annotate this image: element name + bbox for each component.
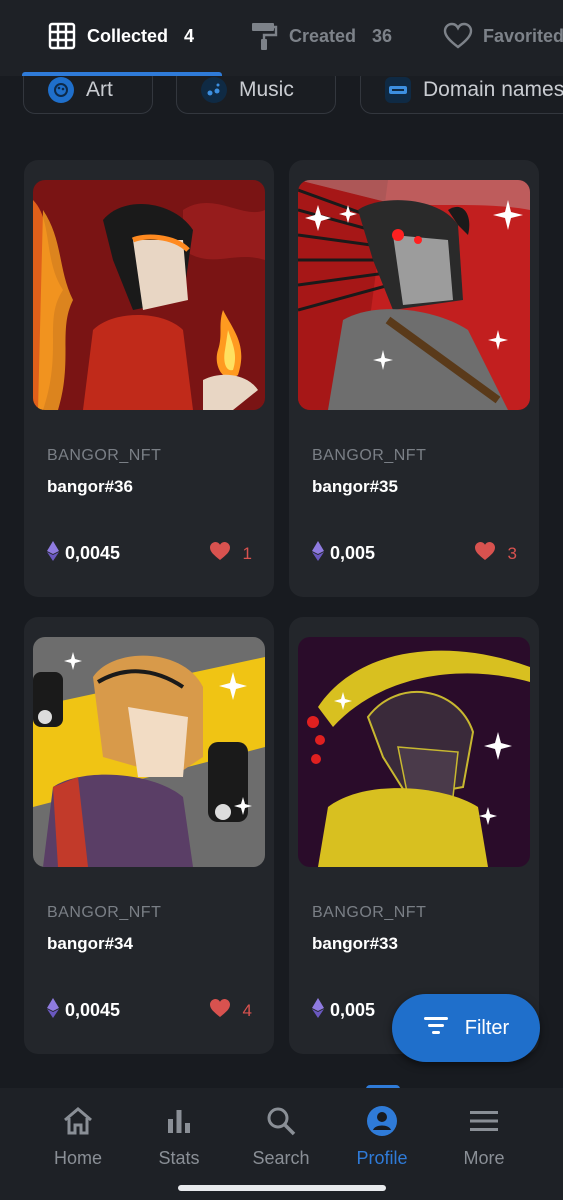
collection-name: BANGOR_NFT: [47, 904, 162, 921]
nav-stats[interactable]: Stats: [123, 1104, 235, 1169]
home-indicator: [178, 1185, 386, 1191]
chip-music[interactable]: Music: [176, 76, 336, 114]
tab-favorited[interactable]: Favorited: [443, 0, 563, 72]
like-value: 4: [242, 1000, 252, 1020]
chip-label: Art: [86, 78, 113, 101]
tab-label: Collected: [87, 25, 169, 46]
nft-name: bangor#34: [47, 934, 133, 953]
profile-tabs: Collected 4 Created 36 Favorited: [0, 0, 563, 76]
collection-name: BANGOR_NFT: [312, 447, 427, 464]
nft-card[interactable]: BANGOR_NFT bangor#33 0,005: [289, 617, 539, 1054]
music-icon: [201, 77, 227, 103]
nav-label: Stats: [158, 1148, 200, 1168]
chip-domain-names[interactable]: Domain names: [360, 76, 563, 114]
nft-image: [33, 637, 265, 867]
tab-count: 4: [184, 25, 195, 46]
nft-card[interactable]: BANGOR_NFT bangor#35 0,005 3: [289, 160, 539, 597]
grid-icon: [47, 21, 77, 51]
nft-image: [33, 180, 265, 410]
heart-outline-icon: [443, 21, 473, 51]
like-count[interactable]: 1: [209, 541, 252, 566]
ethereum-icon: [47, 541, 59, 566]
domain-icon: [385, 77, 411, 103]
price-value: 0,005: [330, 1000, 376, 1020]
like-value: 3: [507, 543, 517, 563]
like-count[interactable]: 3: [474, 541, 517, 566]
tab-label: Created: [289, 25, 357, 46]
nav-home[interactable]: Home: [22, 1104, 134, 1169]
nft-name: bangor#36: [47, 477, 133, 496]
stats-icon: [162, 1104, 196, 1138]
nav-search[interactable]: Search: [225, 1104, 337, 1169]
tab-collected[interactable]: Collected 4: [47, 0, 194, 72]
chip-label: Music: [239, 78, 294, 101]
price-value: 0,0045: [65, 543, 121, 563]
heart-icon: [474, 541, 496, 566]
like-count[interactable]: 4: [209, 998, 252, 1023]
heart-icon: [209, 541, 231, 566]
nft-name: bangor#35: [312, 477, 398, 496]
filter-label: Filter: [464, 1016, 510, 1039]
ethereum-icon: [47, 998, 59, 1023]
filter-icon: [423, 1015, 449, 1041]
nav-more[interactable]: More: [428, 1104, 540, 1169]
collection-name: BANGOR_NFT: [312, 904, 427, 921]
bottom-navigation: Home Stats Search Profile More: [0, 1088, 563, 1200]
nav-label: Home: [53, 1148, 102, 1168]
price: 0,0045: [47, 998, 120, 1023]
paint-roller-icon: [249, 21, 279, 51]
menu-icon: [467, 1104, 501, 1138]
price-value: 0,005: [330, 543, 376, 563]
nav-label: Profile: [356, 1148, 408, 1168]
collection-name: BANGOR_NFT: [47, 447, 162, 464]
filter-button[interactable]: Filter: [392, 994, 540, 1062]
nft-name: bangor#33: [312, 934, 398, 953]
chip-label: Domain names: [423, 78, 563, 101]
price: 0,0045: [47, 541, 120, 566]
search-icon: [264, 1104, 298, 1138]
art-icon: [48, 77, 74, 103]
nav-profile[interactable]: Profile: [326, 1104, 438, 1169]
nft-card[interactable]: BANGOR_NFT bangor#34 0,0045 4: [24, 617, 274, 1054]
profile-icon: [365, 1104, 399, 1138]
tab-label: Favorited: [483, 25, 563, 46]
price-value: 0,0045: [65, 1000, 121, 1020]
nav-label: Search: [252, 1148, 310, 1168]
ethereum-icon: [312, 541, 324, 566]
nft-image: [298, 180, 530, 410]
nft-card[interactable]: BANGOR_NFT bangor#36 0,0045 1: [24, 160, 274, 597]
heart-icon: [209, 998, 231, 1023]
tab-count: 36: [372, 25, 393, 46]
nft-image: [298, 637, 530, 867]
price: 0,005: [312, 541, 375, 566]
like-value: 1: [242, 543, 252, 563]
category-chips: Art Music Domain names: [0, 76, 563, 116]
price: 0,005: [312, 998, 375, 1023]
chip-art[interactable]: Art: [23, 76, 153, 114]
tab-created[interactable]: Created 36: [249, 0, 392, 72]
ethereum-icon: [312, 998, 324, 1023]
nav-label: More: [463, 1148, 505, 1168]
home-icon: [61, 1104, 95, 1138]
